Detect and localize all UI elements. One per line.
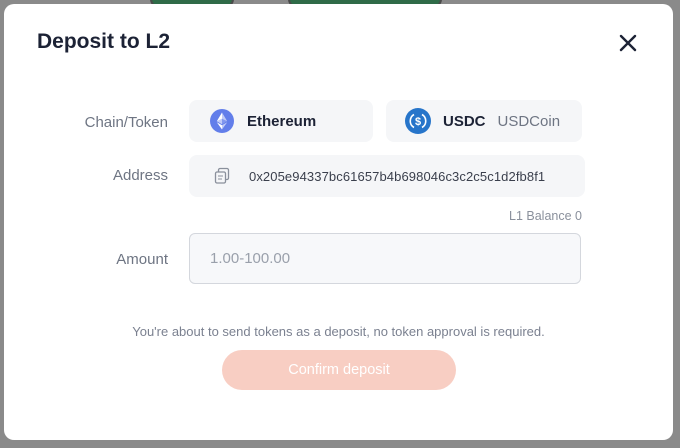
token-selector[interactable]: $ USDC USDCoin bbox=[386, 100, 582, 142]
address-label: Address bbox=[112, 167, 168, 184]
amount-input[interactable] bbox=[189, 233, 581, 284]
close-icon bbox=[619, 34, 637, 52]
chain-name: Ethereum bbox=[247, 112, 317, 130]
copy-icon bbox=[214, 167, 230, 184]
deposit-notice: You're about to send tokens as a deposit… bbox=[132, 324, 545, 339]
address-value: 0x205e94337bc61657b4b698046c3c2c5c1d2fb8… bbox=[249, 168, 546, 184]
token-symbol: USDC bbox=[443, 112, 486, 130]
close-button[interactable] bbox=[614, 29, 642, 57]
chain-token-label: Chain/Token bbox=[84, 114, 168, 131]
svg-text:$: $ bbox=[415, 116, 421, 128]
ethereum-icon bbox=[210, 109, 234, 133]
modal-title: Deposit to L2 bbox=[37, 30, 171, 53]
deposit-modal: Deposit to L2 Chain/Token Ethereum $ USD… bbox=[4, 4, 673, 440]
l1-balance: L1 Balance 0 bbox=[509, 209, 582, 223]
chain-selector[interactable]: Ethereum bbox=[189, 100, 373, 142]
token-full-name: USDCoin bbox=[497, 112, 561, 130]
amount-label: Amount bbox=[116, 251, 168, 268]
usdc-icon: $ bbox=[405, 108, 431, 134]
confirm-deposit-button[interactable]: Confirm deposit bbox=[222, 350, 456, 390]
address-field[interactable]: 0x205e94337bc61657b4b698046c3c2c5c1d2fb8… bbox=[189, 155, 585, 197]
